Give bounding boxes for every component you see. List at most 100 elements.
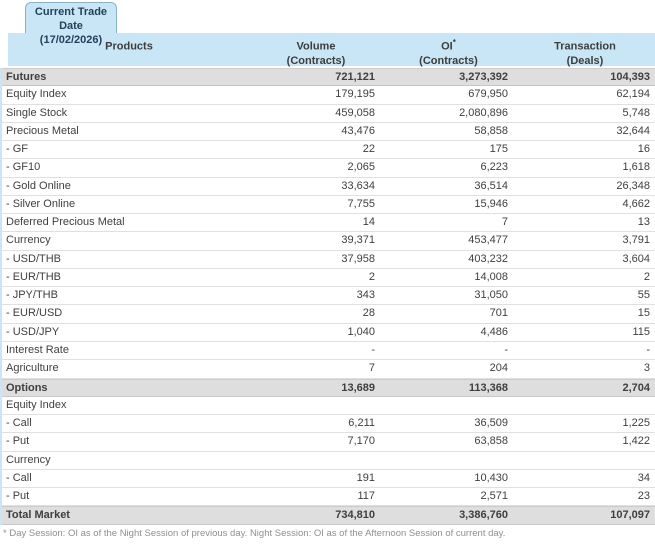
row-value-deals bbox=[513, 452, 655, 469]
table-row: Equity Index 179,195 679,950 62,194 bbox=[2, 86, 655, 105]
row-value-deals: - bbox=[646, 343, 650, 356]
table-row: - GF 22 175 16 bbox=[2, 141, 655, 160]
row-value-deals: 32,644 bbox=[616, 124, 650, 137]
row-value-oi: 175 bbox=[489, 143, 508, 156]
row-value-deals: 34 bbox=[637, 471, 650, 484]
row-value-volume: 7 bbox=[368, 362, 375, 375]
row-value-deals: 13 bbox=[637, 216, 650, 229]
row-value-volume: 22 bbox=[362, 143, 375, 156]
table-row: - EUR/USD 28 701 15 bbox=[2, 305, 655, 324]
row-label: Equity Index bbox=[6, 398, 67, 411]
row-value-volume: 39,371 bbox=[341, 234, 375, 247]
row-value-oi: 31,050 bbox=[474, 289, 508, 302]
row-value-volume: 6,211 bbox=[348, 417, 375, 430]
row-value-deals bbox=[513, 397, 655, 414]
row-value-oi bbox=[380, 452, 513, 469]
row-value-deals: 3,791 bbox=[622, 234, 650, 247]
table-row: - Put 117 2,571 23 bbox=[2, 488, 655, 507]
row-label: - GF10 bbox=[6, 161, 41, 174]
table-row: Equity Index bbox=[2, 396, 655, 416]
row-value-oi: - bbox=[504, 343, 508, 356]
row-value-oi: 2,080,896 bbox=[459, 106, 508, 119]
table-row: - Call 6,211 36,509 1,225 bbox=[2, 415, 655, 434]
row-value-volume: 2,065 bbox=[347, 161, 375, 174]
table-row: Interest Rate - - - bbox=[2, 341, 655, 361]
row-label: - EUR/THB bbox=[6, 270, 61, 283]
row-value-deals: 26,348 bbox=[616, 179, 650, 192]
table-body: Futures 721,121 3,273,392 104,393 Equity Ind… bbox=[0, 68, 655, 525]
row-value-deals: 2 bbox=[643, 270, 650, 283]
row-value-oi: 7 bbox=[501, 216, 508, 229]
table-row: - EUR/THB 2 14,008 2 bbox=[2, 268, 655, 288]
tab-current-trade-date[interactable]: Current Trade Date (17/02/2026) bbox=[25, 2, 117, 46]
table-row: - Call 191 10,430 34 bbox=[2, 469, 655, 489]
row-value-volume bbox=[250, 452, 380, 469]
tab-title: Current Trade Date bbox=[34, 6, 108, 32]
table-row: - GF10 2,065 6,223 1,618 bbox=[2, 159, 655, 178]
row-value-volume: 117 bbox=[357, 490, 375, 503]
row-value-deals: 1,422 bbox=[622, 435, 650, 448]
row-value-deals: 107,097 bbox=[610, 509, 650, 522]
row-value-oi bbox=[380, 397, 513, 414]
row-value-oi: 6,223 bbox=[480, 161, 508, 174]
row-label: - Put bbox=[6, 490, 30, 503]
row-value-volume: 721,121 bbox=[335, 71, 375, 83]
row-value-oi: 15,946 bbox=[474, 197, 508, 210]
table-row: - JPY/THB 343 31,050 55 bbox=[2, 287, 655, 306]
row-value-deals: 16 bbox=[637, 143, 650, 156]
row-value-volume: 37,958 bbox=[341, 252, 375, 265]
table-row: - USD/THB 37,958 403,232 3,604 bbox=[2, 250, 655, 269]
row-value-volume: 43,476 bbox=[341, 124, 375, 137]
table-row: - USD/JPY 1,040 4,486 115 bbox=[2, 323, 655, 342]
row-value-deals: 2,704 bbox=[622, 381, 650, 394]
row-value-volume: 734,810 bbox=[335, 509, 375, 522]
row-label: Futures bbox=[6, 71, 47, 83]
table-row: - Gold Online 33,634 36,514 26,348 bbox=[2, 177, 655, 196]
row-value-deals: 1,618 bbox=[622, 161, 650, 174]
table-row: Futures 721,121 3,273,392 104,393 bbox=[2, 68, 655, 87]
table-row: Single Stock 459,058 2,080,896 5,748 bbox=[2, 104, 655, 123]
row-label: - Call bbox=[6, 471, 32, 484]
row-label: Currency bbox=[6, 234, 51, 247]
row-value-volume: 191 bbox=[356, 471, 375, 484]
table-row: Currency 39,371 453,477 3,791 bbox=[2, 232, 655, 251]
footnote: * Day Session: OI as of the Night Sessio… bbox=[3, 528, 506, 539]
row-label: - USD/JPY bbox=[6, 325, 60, 338]
row-label: Total Market bbox=[6, 509, 70, 522]
table-row: Deferred Precious Metal 14 7 13 bbox=[2, 214, 655, 233]
table-row: Precious Metal 43,476 58,858 32,644 bbox=[2, 122, 655, 142]
row-value-oi: 2,571 bbox=[480, 490, 508, 503]
row-value-deals: 3,604 bbox=[622, 252, 650, 265]
row-value-volume: - bbox=[371, 343, 375, 356]
row-value-deals: 15 bbox=[637, 307, 650, 320]
row-value-volume: 14 bbox=[362, 216, 375, 229]
row-value-volume: 13,689 bbox=[341, 381, 375, 394]
row-label: Options bbox=[6, 381, 48, 394]
row-value-oi: 3,273,392 bbox=[459, 71, 508, 83]
row-value-deals: 5,748 bbox=[622, 106, 650, 119]
row-value-deals: 115 bbox=[632, 325, 650, 338]
row-value-volume: 28 bbox=[362, 307, 375, 320]
row-value-oi: 204 bbox=[489, 362, 508, 375]
row-label: Equity Index bbox=[6, 88, 67, 101]
row-label: - GF bbox=[6, 143, 28, 156]
row-value-deals: 4,662 bbox=[622, 197, 650, 210]
table-row: Options 13,689 113,368 2,704 bbox=[2, 378, 655, 397]
row-label: Single Stock bbox=[6, 106, 68, 119]
row-value-deals: 3 bbox=[643, 362, 650, 375]
row-value-volume: 459,058 bbox=[335, 106, 375, 119]
table-row: - Put 7,170 63,858 1,422 bbox=[2, 433, 655, 452]
row-value-deals: 1,225 bbox=[622, 417, 650, 430]
row-value-volume: 33,634 bbox=[341, 179, 375, 192]
row-label: Precious Metal bbox=[6, 124, 79, 137]
tab-date: (17/02/2026) bbox=[39, 34, 103, 46]
column-header-oi: OI* (Contracts) bbox=[419, 38, 478, 67]
row-label: Interest Rate bbox=[6, 343, 69, 356]
table-row: Total Market 734,810 3,386,760 107,097 bbox=[2, 506, 655, 525]
row-label: - Gold Online bbox=[6, 179, 71, 192]
row-value-oi: 4,486 bbox=[480, 325, 508, 338]
row-value-deals: 55 bbox=[637, 289, 650, 302]
row-value-oi: 3,386,760 bbox=[459, 509, 508, 522]
row-value-volume: 343 bbox=[356, 289, 375, 302]
market-summary-widget: Current Trade Date (17/02/2026) Products… bbox=[0, 0, 655, 545]
